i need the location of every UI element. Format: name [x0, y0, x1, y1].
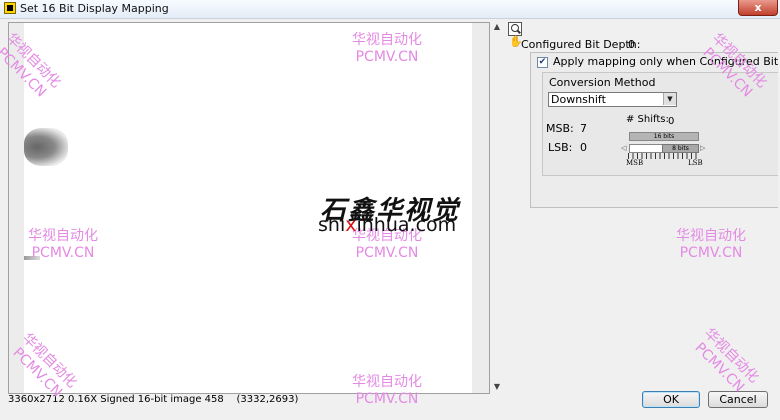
- watermark: 华视自动化 PCMV.CN: [691, 325, 762, 396]
- close-button[interactable]: x: [738, 0, 778, 16]
- msb-value: 7: [580, 122, 587, 135]
- zoom-tool-icon[interactable]: [508, 22, 522, 36]
- lsb-value: 0: [580, 141, 587, 154]
- bits16-bar: 16 bits: [629, 132, 699, 141]
- bits8-bar[interactable]: 8 bits: [662, 144, 699, 153]
- scale-lsb-label: LSB: [688, 159, 703, 167]
- ok-button[interactable]: OK: [642, 391, 700, 408]
- lsb-label: LSB:: [548, 141, 573, 154]
- dropdown-arrow-icon[interactable]: ▼: [663, 93, 676, 105]
- image-content-blob: [24, 128, 68, 166]
- app-icon: [4, 2, 16, 14]
- conversion-method-value[interactable]: Downshift: [551, 93, 606, 106]
- slider-left-arrow-icon: ◁: [621, 144, 627, 152]
- watermark: 华视自动化 PCMV.CN: [352, 32, 422, 65]
- configured-bit-depth-label: Configured Bit Depth:: [521, 38, 641, 51]
- configured-bit-depth-value: 0: [628, 38, 635, 51]
- scroll-up-arrow-icon[interactable]: ▲: [491, 22, 503, 32]
- slider-right-arrow-icon: ▷: [700, 144, 706, 152]
- watermark: 华视自动化 PCMV.CN: [676, 228, 746, 261]
- scale-msb-label: MSB: [626, 159, 644, 167]
- image-right-border: [472, 23, 489, 393]
- msb-label: MSB:: [546, 122, 574, 135]
- watermark: 华视自动化 PCMV.CN: [28, 228, 98, 261]
- apply-mapping-checkbox[interactable]: ✔: [537, 57, 548, 68]
- watermark: 华视自动化 PCMV.CN: [352, 374, 422, 407]
- shifts-value: 0: [668, 116, 675, 127]
- scroll-down-arrow-icon[interactable]: ▼: [491, 382, 503, 392]
- window-title: Set 16 Bit Display Mapping: [20, 2, 169, 15]
- logo-domain: shixinhua.com: [318, 214, 457, 236]
- shifts-label: # Shifts:: [626, 114, 669, 125]
- conversion-method-label: Conversion Method: [549, 76, 656, 89]
- pan-hand-icon[interactable]: ✋: [509, 36, 523, 48]
